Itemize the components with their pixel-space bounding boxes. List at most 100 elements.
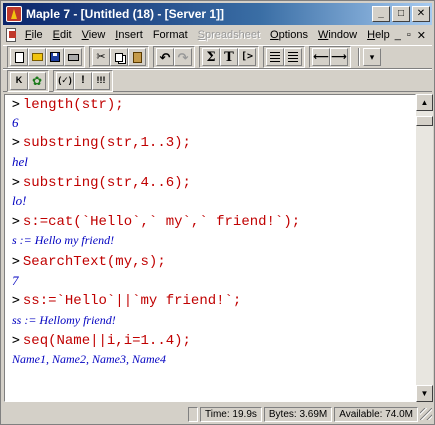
input-line[interactable]: > s:=cat(`Hello`,` my`,` friend!`); (12, 214, 300, 230)
output-line[interactable]: s := Hello my friend! (12, 233, 114, 248)
output-line[interactable]: 6 (12, 115, 19, 131)
save-button[interactable] (46, 48, 64, 66)
left-arrow-icon: ⟵ (313, 50, 329, 63)
redo-arrow-icon: ↷ (177, 49, 189, 65)
maple-leaf-icon: ✿ (31, 73, 43, 88)
open-folder-icon (31, 53, 43, 61)
menu-edit[interactable]: Edit (48, 29, 77, 41)
input-prompt: > (12, 214, 20, 229)
text-t-icon: T (224, 49, 234, 65)
execute-all-button[interactable]: !!! (92, 71, 110, 90)
close-button[interactable]: ✕ (412, 6, 430, 22)
context-toolbar: K ✿ (✓) ! !!! (3, 69, 432, 92)
kernel-icon: K (15, 75, 23, 85)
document-window-buttons: _ ▫ ✕ (395, 29, 432, 42)
indent-button-group (263, 46, 305, 68)
indent-button[interactable] (266, 48, 284, 66)
input-prompt: > (12, 333, 20, 348)
paste-button[interactable] (128, 48, 146, 66)
output-result: Name1, Name2, Name3, Name4 (12, 352, 166, 366)
menu-options[interactable]: Options (265, 29, 313, 41)
status-blank-cell (188, 406, 199, 422)
menu-view[interactable]: View (77, 29, 111, 41)
input-command[interactable]: seq(Name||i,i=1..4); (23, 333, 191, 349)
execute-button[interactable]: ! (74, 71, 92, 90)
toolbar-dropdown-button[interactable]: ▾ (363, 48, 381, 66)
input-prompt: > (12, 293, 20, 308)
toolbar-separator (358, 48, 360, 66)
resize-grip[interactable] (420, 408, 432, 420)
check-button[interactable]: (✓) (56, 71, 74, 90)
open-button[interactable] (28, 48, 46, 66)
paste-clipboard-icon (132, 51, 142, 63)
copy-icon (115, 52, 123, 62)
input-prompt: > (12, 135, 20, 150)
exclamation-icon: ! (81, 74, 85, 86)
status-bar: Time: 19.9s Bytes: 3.69M Available: 74.0… (3, 404, 432, 424)
window-title: Maple 7 - [Untitled (18) - [Server 1]] (26, 7, 225, 21)
doc-restore-button[interactable]: ▫ (407, 29, 411, 42)
scroll-down-button[interactable]: ▼ (416, 385, 433, 402)
input-line[interactable]: > substring(str,4..6); (12, 175, 191, 191)
doc-minimize-button[interactable]: _ (395, 29, 401, 42)
output-result: ss := Hellomy friend! (12, 313, 116, 327)
down-triangle-icon: ▼ (420, 389, 429, 398)
input-command[interactable]: substring(str,4..6); (23, 175, 191, 191)
new-button[interactable] (10, 48, 28, 66)
vertical-scrollbar[interactable]: ▲ ▼ (416, 94, 433, 402)
input-command[interactable]: length(str); (23, 97, 124, 113)
undo-button[interactable]: ↶ (156, 48, 174, 66)
outdent-button[interactable] (284, 48, 302, 66)
output-line[interactable]: ss := Hellomy friend! (12, 313, 116, 328)
print-button[interactable] (64, 48, 82, 66)
main-toolbar: ✂ ↶ ↷ Σ T [> ⟵ ⟶ ▾ (3, 45, 432, 69)
redo-button[interactable]: ↷ (174, 48, 192, 66)
new-document-icon (14, 51, 24, 63)
input-line[interactable]: > seq(Name||i,i=1..4); (12, 333, 191, 349)
save-disk-icon (50, 52, 60, 62)
math-input-button[interactable]: Σ (202, 48, 220, 66)
right-arrow-icon: ⟶ (331, 50, 347, 63)
output-line[interactable]: lo! (12, 193, 26, 209)
menu-insert[interactable]: Insert (110, 29, 148, 41)
output-line[interactable]: hel (12, 154, 28, 170)
cut-button[interactable]: ✂ (92, 48, 110, 66)
output-line[interactable]: Name1, Name2, Name3, Name4 (12, 352, 166, 367)
menu-help[interactable]: Help (362, 29, 395, 41)
title-bar[interactable]: Maple 7 - [Untitled (18) - [Server 1]] _… (3, 3, 432, 25)
output-result: 6 (12, 115, 19, 130)
doc-close-button[interactable]: ✕ (417, 29, 426, 42)
insert-prompt-button[interactable]: [> (238, 48, 256, 66)
input-command[interactable]: ss:=`Hello`||`my friend!`; (23, 293, 241, 309)
menu-spreadsheet[interactable]: Spreadsheet (193, 29, 265, 41)
document-icon[interactable] (6, 28, 16, 42)
maple-app-icon[interactable] (6, 6, 22, 22)
menu-format[interactable]: Format (148, 29, 193, 41)
maximize-button[interactable]: □ (392, 6, 410, 22)
copy-button[interactable] (110, 48, 128, 66)
scroll-up-button[interactable]: ▲ (416, 94, 433, 111)
menu-file[interactable]: File (20, 29, 48, 41)
input-line[interactable]: > substring(str,1..3); (12, 135, 191, 151)
back-button[interactable]: ⟵ (312, 48, 330, 66)
input-line[interactable]: > length(str); (12, 97, 124, 113)
text-input-button[interactable]: T (220, 48, 238, 66)
maple-leaf-button[interactable]: ✿ (28, 71, 46, 90)
menu-window[interactable]: Window (313, 29, 362, 41)
worksheet-area[interactable]: > length(str); 6 > substring(str,1..3); hel… (4, 94, 416, 402)
scroll-thumb[interactable] (416, 116, 433, 126)
input-line[interactable]: > ss:=`Hello`||`my friend!`; (12, 293, 241, 309)
input-command[interactable]: s:=cat(`Hello`,` my`,` friend!`); (23, 214, 300, 230)
minimize-button[interactable]: _ (372, 6, 390, 22)
file-button-group (7, 46, 85, 68)
kernel-button[interactable]: K (10, 71, 28, 90)
output-line[interactable]: 7 (12, 273, 19, 289)
input-prompt: > (12, 254, 20, 269)
output-result: lo! (12, 193, 27, 208)
input-command[interactable]: substring(str,1..3); (23, 135, 191, 151)
insert-button-group: Σ T [> (199, 46, 259, 68)
scissors-icon: ✂ (96, 50, 106, 63)
input-line[interactable]: > SearchText(my,s); (12, 254, 166, 270)
forward-button[interactable]: ⟶ (330, 48, 348, 66)
input-command[interactable]: SearchText(my,s); (23, 254, 166, 270)
